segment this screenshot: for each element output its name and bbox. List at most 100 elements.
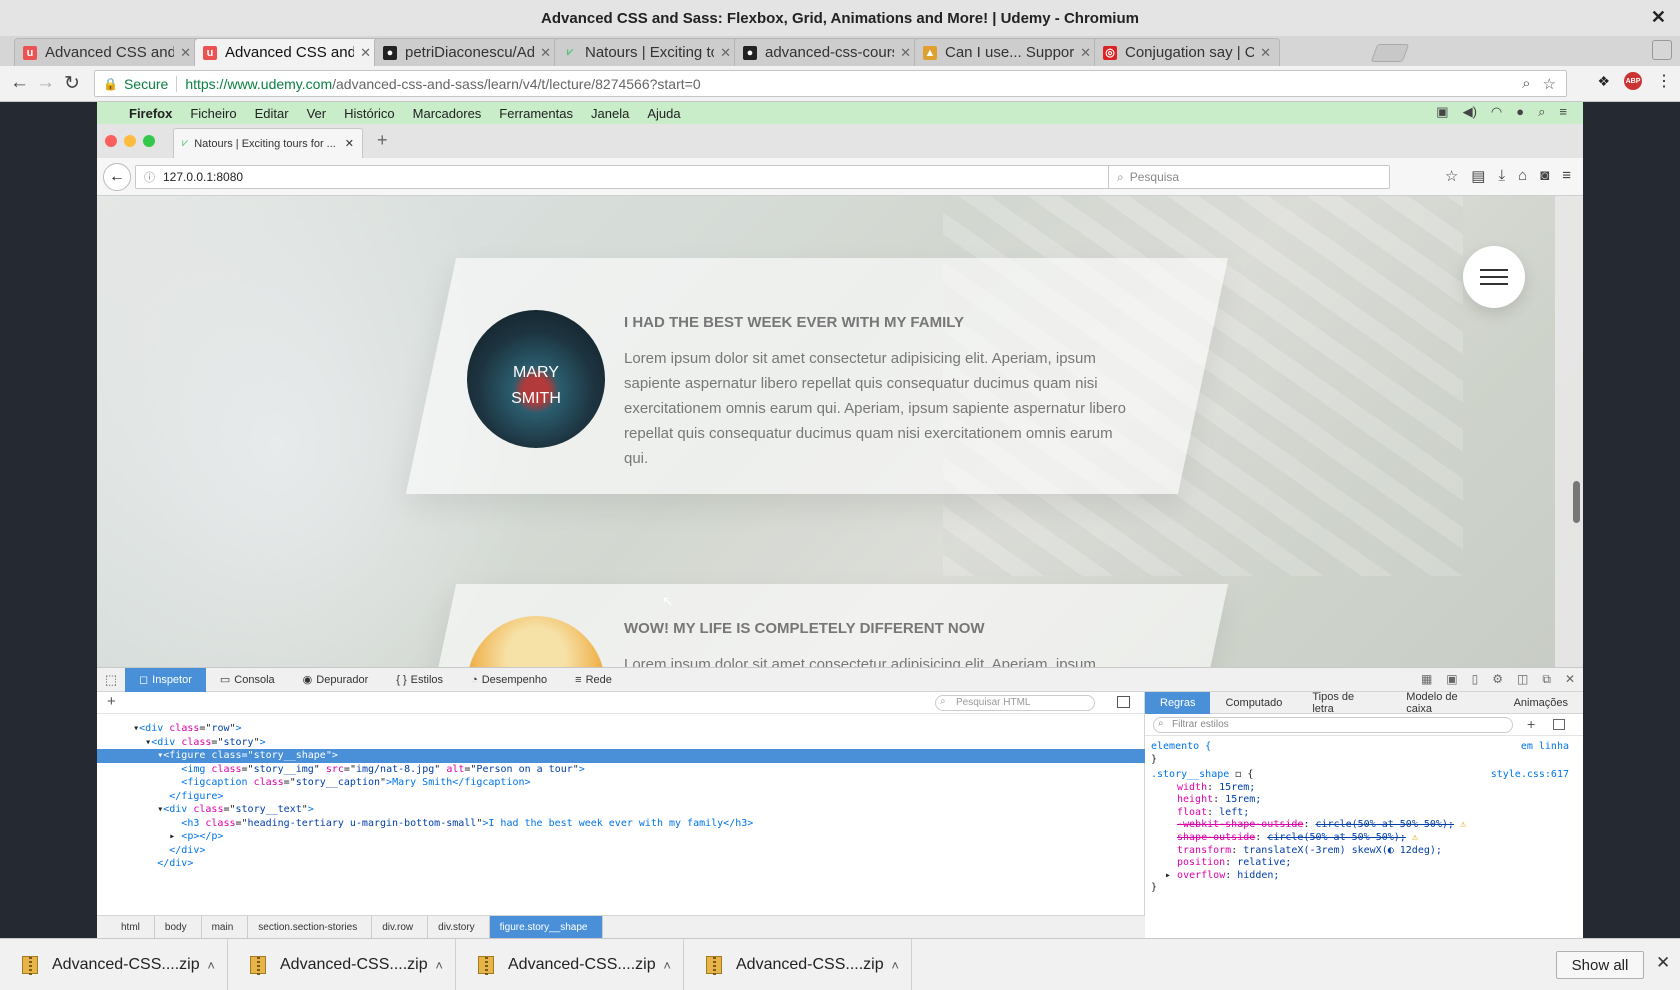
html-search-input[interactable]: Pesquisar HTML — [935, 695, 1095, 711]
back-arrow-icon[interactable]: ← — [103, 163, 131, 191]
layout-icon[interactable]: ▦ — [1421, 672, 1432, 687]
toggle-sidebar-icon[interactable] — [1117, 696, 1130, 708]
address-bar[interactable]: 🔒 Secure https://www.udemy.com/advanced-… — [94, 70, 1567, 97]
css-property[interactable]: float — [1177, 807, 1207, 818]
chevron-up-icon[interactable]: ˄ — [207, 958, 215, 973]
hamburger-menu-icon[interactable]: ≡ — [1562, 167, 1571, 185]
css-value[interactable]: left; — [1219, 807, 1249, 818]
show-all-button[interactable]: Show all — [1556, 951, 1644, 979]
extension-icon[interactable]: ❖ — [1597, 73, 1610, 90]
css-property[interactable]: height — [1177, 794, 1213, 805]
minimize-dot-icon[interactable] — [124, 135, 136, 147]
browser-tab[interactable]: ● advanced-css-cours ✕ — [734, 38, 920, 66]
element-picker-icon[interactable]: ⬚ — [97, 672, 125, 688]
settings-icon[interactable]: ⚙ — [1492, 672, 1503, 687]
close-tab-icon[interactable]: ✕ — [360, 45, 371, 61]
css-property[interactable]: width — [1177, 782, 1207, 793]
rule-source[interactable]: em linha — [1521, 740, 1569, 754]
browser-tab[interactable]: u Advanced CSS and S ✕ — [14, 38, 200, 66]
css-value[interactable]: 15rem; — [1225, 794, 1261, 805]
markup-line[interactable]: ▸ <p></p> — [97, 830, 1145, 844]
close-tab-icon[interactable]: ✕ — [1080, 45, 1091, 61]
css-value[interactable]: circle(50% at 50% 50%); — [1315, 819, 1453, 830]
adblock-icon[interactable]: ABP — [1624, 72, 1642, 90]
rules-tab[interactable]: Modelo de caixa — [1391, 691, 1498, 715]
mac-menu-item[interactable]: Editar — [255, 106, 289, 121]
bookmark-star-icon[interactable]: ☆ — [1445, 167, 1458, 185]
popout-icon[interactable]: ⧉ — [1542, 672, 1551, 687]
close-window-icon[interactable]: ✕ — [1651, 7, 1666, 28]
lecture-video[interactable]: Firefox Ficheiro Editar Ver Histórico Marcado… — [0, 102, 1680, 938]
breadcrumb-item[interactable]: main — [202, 915, 249, 938]
rules-tab[interactable]: Animações — [1499, 692, 1583, 714]
close-dot-icon[interactable] — [105, 135, 117, 147]
close-tab-icon[interactable]: ✕ — [720, 45, 731, 61]
download-item[interactable]: Advanced-CSS....zip ˄ — [684, 939, 912, 990]
markup-line[interactable]: </div> — [97, 844, 1145, 858]
menu-dots-icon[interactable]: ⋮ — [1656, 71, 1672, 91]
pocket-icon[interactable]: ◙ — [1540, 167, 1549, 185]
rules-tab[interactable]: Computado — [1210, 692, 1297, 714]
markup-line[interactable]: <img class="story__img" src="img/nat-8.j… — [97, 763, 1145, 777]
close-tab-icon[interactable]: ✕ — [900, 45, 911, 61]
markup-line[interactable]: <h3 class="heading-tertiary u-margin-bot… — [97, 817, 1145, 831]
copy-icon[interactable] — [1553, 719, 1565, 730]
mac-menu-item[interactable]: Ficheiro — [190, 106, 236, 121]
markup-line[interactable]: ▾<div class="story"> — [97, 736, 1145, 750]
navigation-toggle-button[interactable] — [1463, 246, 1525, 308]
markup-line[interactable]: </div> — [97, 857, 1145, 871]
profile-icon[interactable] — [1652, 40, 1672, 60]
browser-tab[interactable]: ◎ Conjugation say | C ✕ — [1094, 38, 1280, 66]
firefox-search-box[interactable]: ⌕ Pesquisa — [1108, 165, 1390, 189]
new-tab-button[interactable] — [1370, 44, 1410, 62]
download-icon[interactable]: ⤓ — [1498, 167, 1505, 185]
reload-icon[interactable]: ↻ — [64, 72, 80, 95]
chevron-up-icon[interactable]: ˄ — [891, 958, 899, 973]
chevron-up-icon[interactable]: ˄ — [663, 958, 671, 973]
zoom-icon[interactable]: ⌕ — [1522, 75, 1530, 93]
css-property[interactable]: overflow — [1177, 870, 1225, 881]
devtools-tab[interactable]: { } Estilos — [382, 668, 457, 692]
back-arrow-icon[interactable]: ← — [10, 72, 29, 94]
css-property[interactable]: position — [1177, 857, 1225, 868]
download-item[interactable]: Advanced-CSS....zip ˄ — [0, 939, 228, 990]
css-value[interactable]: hidden; — [1237, 870, 1279, 881]
mac-menu-item[interactable]: Marcadores — [413, 106, 482, 121]
markup-line[interactable]: ▾<div class="story__text"> — [97, 803, 1145, 817]
home-icon[interactable]: ⌂ — [1518, 167, 1527, 185]
phone-icon[interactable]: ▯ — [1472, 672, 1479, 687]
close-tab-icon[interactable]: ✕ — [345, 137, 354, 150]
browser-tab[interactable]: ▲ Can I use... Support ✕ — [914, 38, 1100, 66]
devtools-tab[interactable]: ≡ Rede — [561, 668, 626, 692]
reading-list-icon[interactable]: ▤ — [1471, 167, 1485, 185]
breadcrumb-item[interactable]: figure.story__shape — [489, 915, 603, 938]
breadcrumb-item[interactable]: div.row — [372, 915, 429, 938]
rules-tab[interactable]: Regras — [1145, 691, 1211, 714]
page-scrollbar[interactable] — [1555, 196, 1583, 667]
css-value[interactable]: circle(50% at 50% 50%); — [1267, 832, 1405, 843]
chevron-up-icon[interactable]: ˄ — [435, 958, 443, 973]
zoom-dot-icon[interactable] — [143, 135, 155, 147]
markup-line[interactable]: ▾<figure class="story__shape"> — [97, 749, 1145, 763]
mac-menu-item[interactable]: Ver — [307, 106, 327, 121]
breadcrumb-item[interactable]: html — [111, 915, 155, 938]
close-tab-icon[interactable]: ✕ — [180, 45, 191, 61]
close-tab-icon[interactable]: ✕ — [540, 45, 551, 61]
firefox-tab[interactable]: ⩗ Natours | Exciting tours for ... ✕ — [173, 128, 363, 158]
close-shelf-icon[interactable]: ✕ — [1656, 953, 1670, 973]
browser-tab[interactable]: ● petriDiaconescu/Adv ✕ — [374, 38, 560, 66]
story-figure[interactable]: Mary Smith — [467, 310, 605, 448]
css-property[interactable]: -webkit-shape-outside — [1177, 819, 1303, 830]
css-value[interactable]: 15rem; — [1219, 782, 1255, 793]
forward-arrow-icon[interactable]: → — [36, 72, 55, 94]
devtools-tab[interactable]: ▭ Consola — [206, 668, 289, 692]
close-tab-icon[interactable]: ✕ — [1260, 45, 1271, 61]
rules-tab[interactable]: Tipos de letra — [1297, 691, 1391, 715]
add-rule-icon[interactable]: + — [1527, 716, 1535, 732]
mac-menu-item[interactable]: Histórico — [344, 106, 395, 121]
download-item[interactable]: Advanced-CSS....zip ˄ — [228, 939, 456, 990]
markup-line[interactable]: </figure> — [97, 790, 1145, 804]
devtools-tab[interactable]: ◻ Inspetor — [125, 667, 206, 692]
devtools-tab[interactable]: ◉ Depurador — [289, 668, 383, 692]
bookmark-star-icon[interactable]: ☆ — [1543, 75, 1556, 93]
